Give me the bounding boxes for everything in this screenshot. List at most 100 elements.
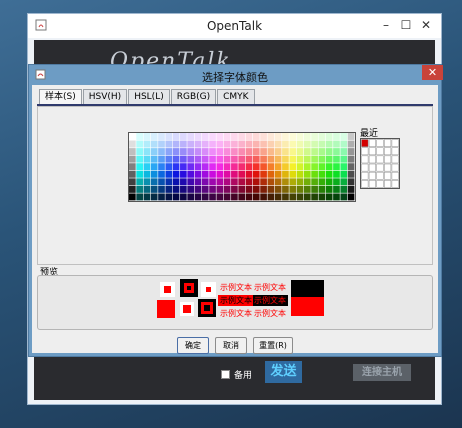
swatch-cell[interactable] [194, 155, 202, 163]
swatch-cell[interactable] [180, 170, 187, 178]
swatch-cell[interactable] [333, 155, 340, 163]
swatch-cell[interactable] [347, 155, 355, 163]
swatch-cell[interactable] [209, 178, 216, 186]
swatch-cell[interactable] [311, 178, 318, 186]
swatch-cell[interactable] [172, 170, 180, 178]
connect-host-button[interactable]: 连接主机 [353, 364, 411, 381]
swatch-cell[interactable] [143, 155, 151, 163]
swatch-cell[interactable] [187, 185, 195, 193]
recent-swatch-cell[interactable] [368, 171, 376, 180]
swatch-cell[interactable] [245, 155, 253, 163]
recent-swatch-cell[interactable] [391, 163, 399, 172]
swatch-cell[interactable] [325, 148, 333, 156]
tab-rgb[interactable]: RGB(G) [170, 89, 217, 105]
recent-swatch-cell[interactable] [384, 171, 392, 180]
swatch-cell[interactable] [289, 148, 297, 156]
recent-swatch-cell[interactable] [376, 147, 384, 156]
swatch-cell[interactable] [238, 170, 246, 178]
swatch-cell[interactable] [180, 185, 187, 193]
swatch-cell[interactable] [274, 148, 282, 156]
swatch-cell[interactable] [231, 163, 238, 171]
swatch-cell[interactable] [333, 178, 340, 186]
minimize-icon[interactable]: – [379, 18, 393, 32]
swatch-cell[interactable] [245, 170, 253, 178]
swatch-cell[interactable] [150, 185, 158, 193]
swatch-cell[interactable] [311, 155, 318, 163]
swatch-cell[interactable] [325, 170, 333, 178]
swatch-cell[interactable] [289, 133, 297, 140]
swatch-cell[interactable] [274, 170, 282, 178]
swatch-cell[interactable] [296, 133, 304, 140]
recent-swatch-cell[interactable] [391, 155, 399, 164]
swatch-cell[interactable] [165, 170, 173, 178]
swatch-cell[interactable] [340, 163, 348, 171]
swatch-cell[interactable] [216, 163, 224, 171]
swatch-cell[interactable] [347, 148, 355, 156]
swatch-cell[interactable] [311, 163, 318, 171]
recent-swatch-cell[interactable] [376, 163, 384, 172]
swatch-cell[interactable] [296, 185, 304, 193]
swatch-cell[interactable] [325, 155, 333, 163]
swatch-cell[interactable] [223, 163, 231, 171]
swatch-cell[interactable] [180, 133, 187, 140]
swatch-cell[interactable] [209, 170, 216, 178]
swatch-cell[interactable] [267, 178, 275, 186]
swatch-cell[interactable] [318, 133, 326, 140]
swatch-cell[interactable] [282, 185, 289, 193]
swatch-cell[interactable] [216, 140, 224, 148]
swatch-cell[interactable] [347, 193, 355, 201]
recent-swatch-cell[interactable] [384, 147, 392, 156]
swatch-cell[interactable] [340, 185, 348, 193]
swatch-cell[interactable] [238, 178, 246, 186]
swatch-cell[interactable] [201, 148, 209, 156]
swatch-cell[interactable] [238, 133, 246, 140]
send-button[interactable]: 发送 [265, 361, 302, 383]
recent-swatch-cell[interactable] [361, 163, 369, 172]
swatch-cell[interactable] [187, 148, 195, 156]
swatch-cell[interactable] [129, 140, 136, 148]
swatch-cell[interactable] [172, 178, 180, 186]
swatch-cell[interactable] [150, 155, 158, 163]
swatch-cell[interactable] [180, 163, 187, 171]
swatch-cell[interactable] [289, 155, 297, 163]
ok-button[interactable]: 确定 [177, 337, 209, 354]
swatch-cell[interactable] [347, 163, 355, 171]
swatch-cell[interactable] [289, 193, 297, 201]
swatch-cell[interactable] [172, 148, 180, 156]
swatch-cell[interactable] [311, 133, 318, 140]
swatch-cell[interactable] [223, 148, 231, 156]
recent-swatch-cell[interactable] [376, 180, 384, 188]
swatch-cell[interactable] [245, 185, 253, 193]
swatch-cell[interactable] [260, 155, 267, 163]
swatch-cell[interactable] [296, 140, 304, 148]
swatch-cell[interactable] [347, 185, 355, 193]
swatch-cell[interactable] [252, 185, 260, 193]
swatch-cell[interactable] [150, 148, 158, 156]
swatch-cell[interactable] [150, 140, 158, 148]
swatch-cell[interactable] [296, 193, 304, 201]
swatch-cell[interactable] [172, 163, 180, 171]
swatch-cell[interactable] [245, 163, 253, 171]
swatch-cell[interactable] [158, 133, 165, 140]
swatch-cell[interactable] [209, 163, 216, 171]
swatch-cell[interactable] [194, 170, 202, 178]
swatch-cell[interactable] [165, 185, 173, 193]
swatch-cell[interactable] [150, 170, 158, 178]
tab-swatches[interactable]: 样本(S) [39, 89, 82, 105]
swatch-cell[interactable] [158, 140, 165, 148]
swatch-cell[interactable] [311, 193, 318, 201]
swatch-cell[interactable] [180, 140, 187, 148]
swatch-cell[interactable] [260, 148, 267, 156]
recent-swatch-cell[interactable] [391, 147, 399, 156]
swatch-cell[interactable] [194, 163, 202, 171]
swatch-cell[interactable] [172, 155, 180, 163]
swatch-cell[interactable] [260, 170, 267, 178]
swatch-cell[interactable] [325, 185, 333, 193]
swatch-cell[interactable] [201, 193, 209, 201]
swatch-cell[interactable] [267, 193, 275, 201]
close-icon[interactable]: ✕ [422, 65, 443, 80]
tab-hsv[interactable]: HSV(H) [82, 89, 128, 105]
recent-swatch-cell[interactable] [368, 139, 376, 147]
swatch-cell[interactable] [136, 133, 143, 140]
swatch-cell[interactable] [158, 193, 165, 201]
